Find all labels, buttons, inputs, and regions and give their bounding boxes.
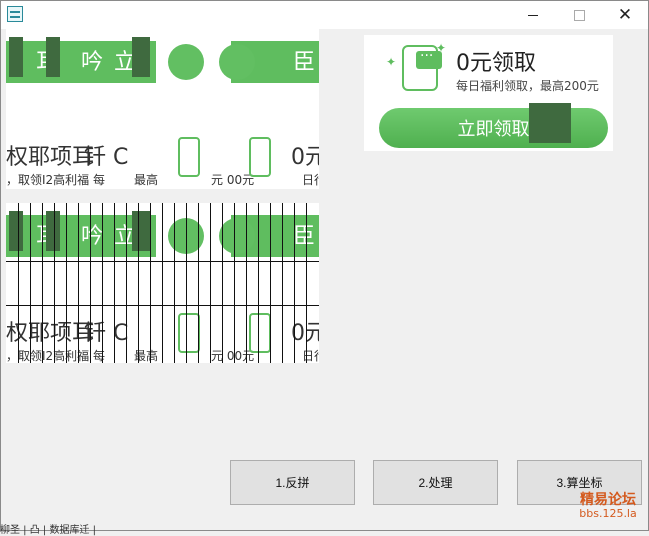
maximize-button[interactable] [556,1,602,29]
glitch-text: 钎 C [84,145,129,170]
glitch-text: 元 00元 [211,173,255,187]
green-circle [219,44,255,80]
dark-puzzle-piece [132,37,150,77]
close-button[interactable]: ✕ [602,1,648,29]
glitch-text: 日行 [302,173,319,187]
dark-puzzle-piece [529,103,571,143]
reverse-stitch-button[interactable]: 1.反拼 [230,460,355,505]
phone-icon [249,137,271,177]
glitch-text: 0元 [291,145,319,170]
glitch-text: 权耶项耳 [6,145,95,170]
chat-bubble-icon [416,48,442,69]
green-circle [168,44,204,80]
ad-title: 0元领取 [456,51,536,76]
maximize-icon [573,9,585,21]
glitch-text: ，取领I2高利福 每 [6,173,105,187]
taskbar-fragment: 柳圣 | 凸 | 数据库迁 | [0,525,97,536]
minimize-icon [528,14,538,16]
claim-button-label: 立即领取 [457,119,530,140]
grid-overlay [6,203,319,363]
captcha-reference-card: ✦ ✦ 0元领取 每日福利领取，最高200元 立即领取 [364,35,613,151]
watermark-name: 精易论坛 [580,492,636,508]
dark-puzzle-piece [9,37,23,77]
strip-fragment: 吟 [81,50,104,75]
title-bar: ✕ [1,1,648,29]
strip-fragment: 臣 [293,50,316,75]
app-icon [7,6,23,22]
puzzle-image-gridded: 耳 吟 立 臣 权耶项耳 钎 C 0元 ，取领I2高利福 每 最高 元 00元 … [6,203,319,363]
dark-puzzle-piece [46,37,60,77]
ad-subtitle: 每日福利领取，最高200元 [456,79,599,93]
minimize-button[interactable] [510,1,556,29]
glitch-text: 最高 [134,173,159,187]
forum-watermark: 精易论坛 bbs.125.la [577,492,639,521]
puzzle-image-shuffled: 耳 吟 立 臣 权耶项耳 钎 C 0元 ，取领I2高利福 每 最高 元 00元 … [6,29,319,189]
process-button[interactable]: 2.处理 [373,460,498,505]
sparkle-icon: ✦ [386,55,397,69]
main-window: ✕ 耳 吟 立 臣 权耶项耳 钎 C 0元 ，取领I2高利福 每 最高 元 00… [0,0,649,531]
phone-icon [178,137,200,177]
claim-button: 立即领取 [379,108,608,148]
watermark-url: bbs.125.la [579,507,637,521]
close-icon: ✕ [617,5,633,25]
